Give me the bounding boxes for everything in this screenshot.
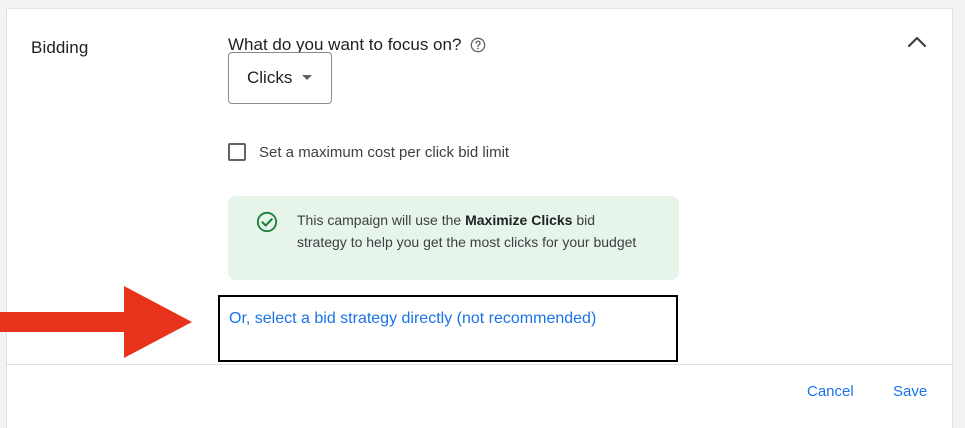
max-cpc-checkbox-row[interactable]: Set a maximum cost per click bid limit	[228, 143, 509, 161]
cancel-button[interactable]: Cancel	[807, 383, 854, 400]
select-bid-strategy-link[interactable]: Or, select a bid strategy directly (not …	[229, 310, 596, 328]
max-cpc-checkbox[interactable]	[228, 143, 246, 161]
focus-dropdown-value: Clicks	[247, 68, 293, 87]
check-circle-icon	[256, 211, 278, 238]
info-text-before: This campaign will use the	[297, 212, 466, 228]
strategy-info-text: This campaign will use the Maximize Clic…	[297, 209, 647, 253]
info-strategy-name: Maximize Clicks	[465, 212, 573, 228]
collapse-section-button[interactable]	[902, 27, 932, 57]
max-cpc-label: Set a maximum cost per click bid limit	[259, 143, 510, 161]
focus-dropdown[interactable]: Clicks	[228, 52, 332, 104]
strategy-info-box: This campaign will use the Maximize Clic…	[228, 196, 679, 280]
annotation-highlight-box: Or, select a bid strategy directly (not …	[218, 295, 678, 362]
red-arrow-annotation	[0, 286, 192, 358]
save-button[interactable]: Save	[893, 383, 927, 400]
section-title: Bidding	[31, 38, 89, 57]
chevron-up-icon	[907, 36, 927, 48]
footer-divider	[7, 364, 954, 365]
bidding-card: Bidding What do you want to focus on? Cl…	[6, 8, 954, 428]
help-circle-icon[interactable]	[470, 37, 486, 53]
dropdown-caret-icon	[302, 75, 313, 81]
